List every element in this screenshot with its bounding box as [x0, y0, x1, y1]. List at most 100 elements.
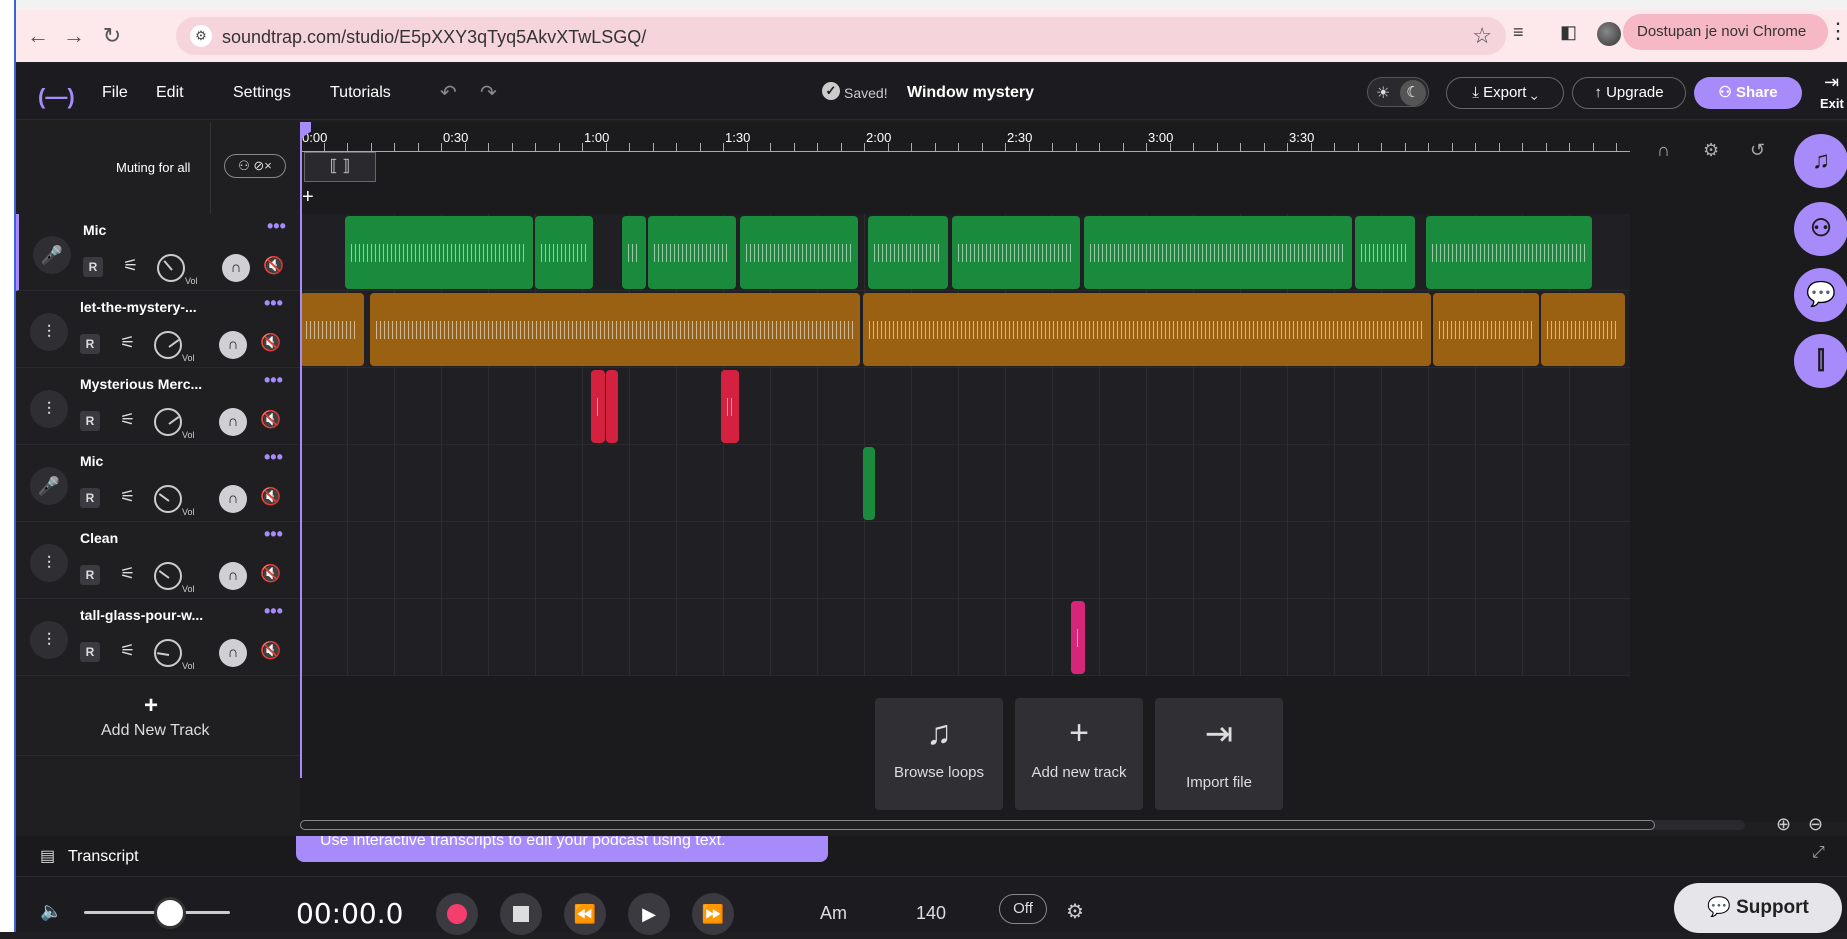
exit-icon[interactable]: ⇥ — [1824, 72, 1839, 93]
track-header[interactable]: ⫶ Mysterious Merc... ••• R ⚟ Vol ∩ 🔇 — [16, 368, 300, 445]
reload-icon[interactable]: ↻ — [98, 22, 126, 50]
volume-knob[interactable] — [154, 639, 182, 667]
mute-icon[interactable]: 🔇 — [260, 641, 281, 661]
magnet-icon[interactable]: ∩ — [1657, 140, 1670, 161]
track-name[interactable]: let-the-mystery-... — [80, 299, 220, 315]
volume-knob[interactable] — [154, 562, 182, 590]
track-lane[interactable] — [300, 368, 1630, 445]
upgrade-button[interactable]: ↑ Upgrade — [1572, 77, 1686, 109]
import-file-card[interactable]: ⇥ Import file — [1155, 698, 1283, 810]
audio-clip[interactable] — [370, 293, 860, 366]
soundtrap-logo-icon[interactable]: (—) — [38, 84, 75, 110]
zoom-out-icon[interactable]: ⊖ — [1808, 814, 1823, 835]
effects-icon[interactable]: ⚟ — [120, 410, 135, 430]
track-lane[interactable] — [300, 445, 1630, 522]
audio-clip[interactable] — [868, 216, 948, 289]
menu-settings[interactable]: Settings — [233, 84, 291, 102]
headphones-icon[interactable]: ∩ — [222, 254, 250, 282]
fast-forward-button[interactable]: ⏩ — [692, 893, 734, 935]
volume-knob[interactable] — [154, 485, 182, 513]
audio-clip[interactable] — [345, 216, 533, 289]
audio-clip[interactable] — [952, 216, 1080, 289]
track-name[interactable]: Mysterious Merc... — [80, 376, 220, 392]
microphone-icon[interactable]: 🎤 — [33, 236, 71, 274]
record-button[interactable] — [436, 893, 478, 935]
site-settings-icon[interactable]: ⚙ — [190, 25, 212, 47]
mute-icon[interactable]: 🔇 — [260, 333, 281, 353]
support-button[interactable]: 💬 Support — [1674, 883, 1842, 933]
effects-icon[interactable]: ⚟ — [123, 256, 138, 276]
audio-waveform-icon[interactable]: ⫶ — [30, 390, 68, 428]
headphones-icon[interactable]: ∩ — [219, 485, 247, 513]
volume-knob[interactable] — [157, 254, 185, 282]
horizontal-scrollbar[interactable] — [300, 820, 1745, 830]
audio-clip[interactable] — [300, 293, 364, 366]
track-name[interactable]: tall-glass-pour-w... — [80, 607, 220, 623]
browse-loops-card[interactable]: ♫ Browse loops — [875, 698, 1003, 810]
audio-clip[interactable] — [1433, 293, 1539, 366]
more-options-icon[interactable]: ••• — [264, 524, 283, 545]
collaborators-icon[interactable]: ⚇ — [1794, 202, 1847, 256]
record-arm-button[interactable]: R — [80, 411, 100, 431]
microphone-icon[interactable]: 🎤 — [30, 467, 68, 505]
audio-clip[interactable] — [1355, 216, 1415, 289]
transcript-promo-banner[interactable]: Use interactive transcripts to edit your… — [296, 836, 828, 862]
track-header[interactable]: 🎤 Mic ••• R ⚟ Vol ∩ 🔇 — [16, 214, 300, 291]
headphones-icon[interactable]: ∩ — [219, 562, 247, 590]
mixer-icon[interactable]: ⫿ — [1794, 334, 1847, 388]
audio-clip[interactable] — [606, 370, 618, 443]
track-header[interactable]: 🎤 Mic ••• R ⚟ Vol ∩ 🔇 — [16, 445, 300, 522]
audio-clip[interactable] — [535, 216, 593, 289]
comments-icon[interactable]: 💬 — [1794, 268, 1847, 322]
playhead[interactable] — [300, 122, 311, 778]
zoom-in-icon[interactable]: ⊕ — [1776, 814, 1791, 835]
rewind-button[interactable]: ⏪ — [564, 893, 606, 935]
chrome-update-notice[interactable]: Dostupan je novi Chrome — [1623, 14, 1828, 50]
audio-waveform-icon[interactable]: ⫶ — [30, 313, 68, 351]
share-button[interactable]: ⚇ Share — [1694, 77, 1802, 109]
record-arm-button[interactable]: R — [80, 642, 100, 662]
effects-icon[interactable]: ⚟ — [120, 641, 135, 661]
more-options-icon[interactable]: ••• — [264, 370, 283, 391]
audio-waveform-icon[interactable]: ⫶ — [30, 621, 68, 659]
back-icon[interactable]: ← — [24, 22, 52, 50]
url-text[interactable]: soundtrap.com/studio/E5pXXY3qTyq5AkvXTwL… — [222, 27, 646, 48]
transcript-label[interactable]: Transcript — [68, 848, 139, 866]
track-header[interactable]: ⫶ let-the-mystery-... ••• R ⚟ Vol ∩ 🔇 — [16, 291, 300, 368]
audio-clip[interactable] — [1541, 293, 1625, 366]
time-ruler[interactable]: 0:00 0:30 1:00 1:30 2:00 2:30 3:00 3:30 — [300, 122, 1630, 152]
more-options-icon[interactable]: ••• — [267, 216, 286, 237]
master-volume-thumb[interactable] — [154, 897, 186, 929]
music-note-icon[interactable]: ♫ — [1794, 134, 1847, 188]
track-lane[interactable] — [300, 522, 1630, 599]
more-options-icon[interactable]: ••• — [264, 293, 283, 314]
play-button[interactable]: ▶ — [628, 893, 670, 935]
project-title[interactable]: Window mystery — [907, 84, 1034, 102]
add-new-track-card[interactable]: + Add new track — [1015, 698, 1143, 810]
headphones-icon[interactable]: ∩ — [219, 639, 247, 667]
audio-clip[interactable] — [622, 216, 646, 289]
volume-knob[interactable] — [154, 331, 182, 359]
exit-label[interactable]: Exit — [1820, 96, 1844, 111]
bpm-display[interactable]: 140 — [916, 903, 946, 924]
headphones-icon[interactable]: ∩ — [219, 408, 247, 436]
export-button[interactable]: ⤓ Export ⌄ — [1446, 77, 1564, 109]
menu-edit[interactable]: Edit — [156, 84, 184, 102]
add-marker-icon[interactable]: + — [302, 186, 314, 209]
menu-file[interactable]: File — [102, 84, 128, 102]
effects-icon[interactable]: ⚟ — [120, 564, 135, 584]
record-arm-button[interactable]: R — [80, 488, 100, 508]
track-name[interactable]: Clean — [80, 530, 220, 546]
undo-icon[interactable]: ↶ — [440, 80, 457, 105]
audio-clip[interactable] — [740, 216, 858, 289]
gear-icon[interactable]: ⚙ — [1066, 899, 1084, 924]
add-new-track-button[interactable]: + Add New Track — [16, 680, 300, 756]
loop-icon[interactable]: ↺ — [1750, 140, 1765, 161]
audio-clip[interactable] — [721, 370, 739, 443]
track-name[interactable]: Mic — [80, 453, 220, 469]
audio-clip[interactable] — [863, 293, 1431, 366]
more-options-icon[interactable]: ••• — [264, 447, 283, 468]
profile-avatar[interactable] — [1597, 22, 1621, 46]
record-arm-button[interactable]: R — [80, 565, 100, 585]
more-options-icon[interactable]: ••• — [264, 601, 283, 622]
